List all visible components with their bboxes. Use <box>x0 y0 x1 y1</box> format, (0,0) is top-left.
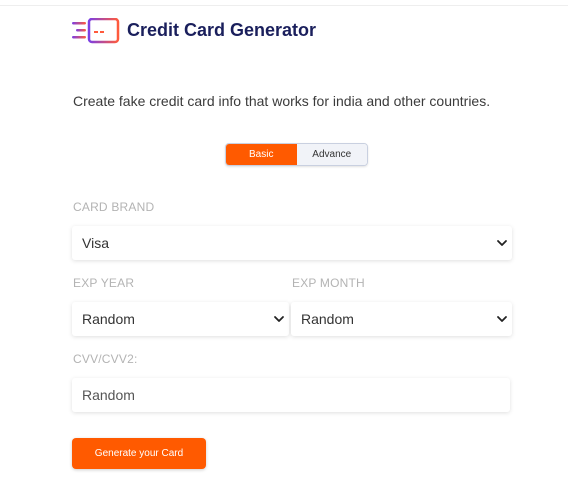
chevron-down-icon <box>497 316 507 322</box>
exp-month-value: Random <box>301 311 354 327</box>
exp-year-select[interactable]: Random <box>72 302 289 336</box>
top-divider <box>0 5 568 6</box>
chevron-down-icon <box>274 316 284 322</box>
generate-card-button[interactable]: Generate your Card <box>72 438 206 469</box>
page-subtitle: Create fake credit card info that works … <box>73 93 491 109</box>
cvv-label: CVV/CVV2: <box>73 352 138 366</box>
credit-card-icon <box>72 18 120 44</box>
cvv-input[interactable]: Random <box>72 378 510 412</box>
exp-year-value: Random <box>82 311 135 327</box>
exp-month-label: EXP MONTH <box>292 276 365 290</box>
cvv-placeholder: Random <box>82 387 135 403</box>
page-title: Credit Card Generator <box>127 20 317 40</box>
card-brand-value: Visa <box>82 235 109 251</box>
exp-year-label: EXP YEAR <box>73 276 135 290</box>
tab-basic[interactable]: Basic <box>226 144 297 165</box>
exp-month-select[interactable]: Random <box>291 302 512 336</box>
card-brand-select[interactable]: Visa <box>72 226 512 260</box>
mode-toggle: Basic Advance <box>225 143 368 166</box>
tab-advance[interactable]: Advance <box>296 144 367 165</box>
card-brand-label: CARD BRAND <box>73 200 155 214</box>
chevron-down-icon <box>497 240 507 246</box>
